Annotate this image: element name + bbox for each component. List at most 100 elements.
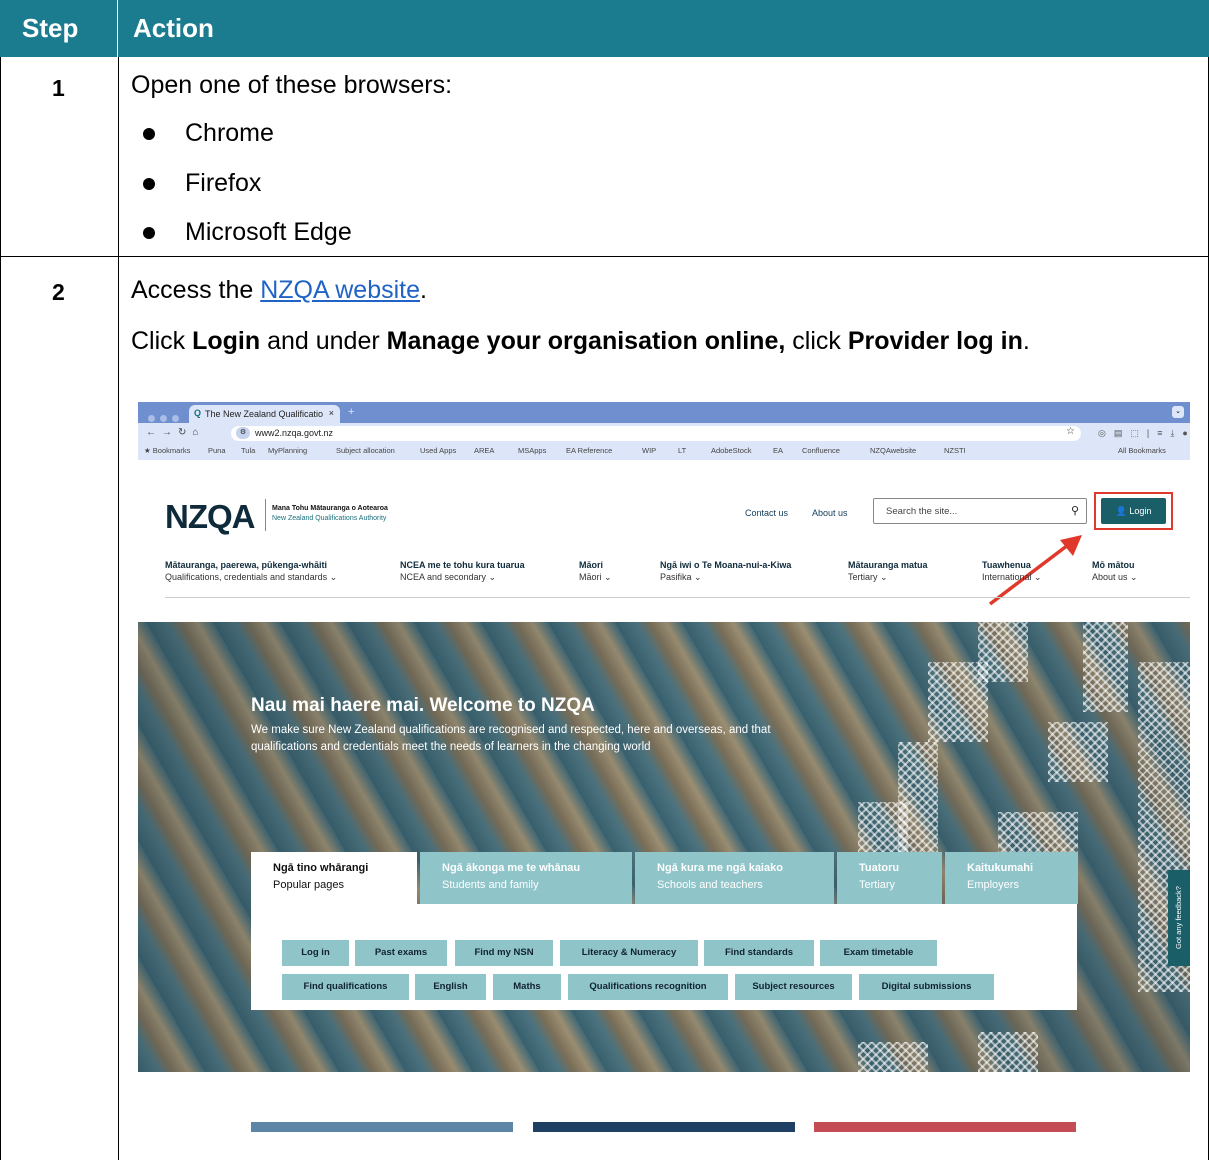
bookmark-item[interactable]: Puna — [208, 446, 226, 455]
nav-maori: Ngā iwi o Te Moana-nui-a-Kiwa — [660, 560, 792, 570]
search-placeholder: Search the site... — [886, 506, 958, 517]
table-header: Step Action — [0, 0, 1209, 57]
bookmark-item[interactable]: Used Apps — [420, 446, 456, 455]
quick-link-log-in[interactable]: Log in — [282, 940, 349, 966]
tab-students-family[interactable]: Ngā ākonga me te whānau Students and fami… — [420, 852, 632, 904]
bookmark-item[interactable]: All Bookmarks — [1118, 446, 1166, 455]
card-image[interactable] — [533, 1122, 795, 1132]
bullet-icon — [143, 128, 155, 140]
nzqa-favicon-icon: Q — [194, 408, 202, 418]
search-input[interactable]: Search the site... ⚲ — [873, 498, 1087, 524]
step-number-1: 1 — [52, 75, 65, 101]
site-info-icon[interactable]: ⚙ — [236, 427, 250, 439]
bookmark-item[interactable]: AdobeStock — [711, 446, 751, 455]
bookmark-item[interactable]: Subject allocation — [336, 446, 395, 455]
feedback-tab[interactable]: Got any feedback? — [1168, 870, 1190, 966]
quick-link-qualifications-recognition[interactable]: Qualifications recognition — [568, 974, 728, 1000]
nav-english: About us ⌄ — [1092, 572, 1138, 582]
contact-us-link[interactable]: Contact us — [745, 508, 788, 518]
card-image[interactable] — [814, 1122, 1076, 1132]
bookmark-item[interactable]: EA — [773, 446, 783, 455]
login-highlight-box — [1094, 492, 1173, 530]
browser-tabbar: Q The New Zealand Qualificatio × + ⌄ — [138, 402, 1190, 423]
quick-link-find-qualifications[interactable]: Find qualifications — [282, 974, 409, 1000]
search-icon[interactable]: ⚲ — [1071, 504, 1079, 517]
text: Click — [131, 327, 193, 355]
quick-link-exam-timetable[interactable]: Exam timetable — [820, 940, 937, 966]
browser-tab[interactable]: Q The New Zealand Qualificatio × — [189, 405, 340, 423]
bookmark-item[interactable]: Tula — [241, 446, 255, 455]
bookmark-item[interactable]: NZQAwebsite — [870, 446, 916, 455]
logo-maori-name: Mana Tohu Mātauranga o Aotearoa — [272, 505, 388, 512]
close-icon[interactable]: × — [329, 408, 334, 418]
quick-link-past-exams[interactable]: Past exams — [355, 940, 447, 966]
bookmark-item[interactable]: MyPlanning — [268, 446, 307, 455]
nav-english: Qualifications, credentials and standard… — [165, 572, 338, 582]
step1-intro: Open one of these browsers: — [131, 71, 453, 99]
nav-item-maori[interactable]: Māori Māori ⌄ — [579, 560, 612, 583]
step2-line2: Click Login and under Manage your organi… — [131, 327, 1030, 356]
nav-maori: Māori — [579, 560, 604, 570]
hero-title: Nau mai haere mai. Welcome to NZQA — [251, 695, 595, 716]
tab-schools-teachers[interactable]: Ngā kura me ngā kaiako Schools and teache… — [635, 852, 834, 904]
nav-item-ncea[interactable]: NCEA me te tohu kura tuarua NCEA and seco… — [400, 560, 525, 583]
chevron-down-icon[interactable]: ⌄ — [1172, 406, 1184, 418]
bookmark-item[interactable]: LT — [678, 446, 686, 455]
bookmark-item[interactable]: AREA — [474, 446, 494, 455]
nav-item-about[interactable]: Mō mātou About us ⌄ — [1092, 560, 1138, 583]
text: and under — [260, 327, 387, 355]
weave-pattern — [858, 1042, 928, 1072]
tab-english: Employers — [967, 879, 1019, 891]
nav-item-qualifications[interactable]: Mātauranga, paerewa, pūkenga-whāiti Quali… — [165, 560, 337, 583]
nav-item-international[interactable]: Tuawhenua International ⌄ — [982, 560, 1042, 583]
text: click — [785, 327, 848, 355]
extension-icons[interactable]: ◎▤⬚|≡⤓●⋮ — [1098, 428, 1190, 439]
nav-english: Māori ⌄ — [579, 572, 612, 582]
row-divider — [0, 256, 1209, 257]
star-icon[interactable]: ☆ — [1066, 426, 1075, 437]
bold-manage: Manage your organisation online, — [386, 327, 786, 355]
header-action: Action — [133, 13, 214, 43]
quick-link-literacy-numeracy[interactable]: Literacy & Numeracy — [560, 940, 698, 966]
quick-link-maths[interactable]: Maths — [493, 974, 561, 1000]
text: Access the — [131, 276, 261, 304]
card-image[interactable] — [251, 1122, 513, 1132]
step-number-2: 2 — [52, 279, 65, 305]
step2-line1: Access the NZQA website. — [131, 276, 427, 305]
tab-employers[interactable]: Kaitukumahi Employers — [945, 852, 1078, 904]
nav-item-pasifika[interactable]: Ngā iwi o Te Moana-nui-a-Kiwa Pasifika ⌄ — [660, 560, 791, 583]
bookmark-item[interactable]: ★ Bookmarks — [144, 446, 190, 455]
nav-buttons[interactable]: ←→↻⌂ — [146, 427, 204, 438]
new-tab-icon[interactable]: + — [348, 406, 354, 418]
bookmark-item[interactable]: MSApps — [518, 446, 546, 455]
tab-english: Students and family — [442, 879, 539, 891]
tab-maori: Tuatoru — [859, 862, 900, 874]
bookmark-item[interactable]: WIP — [642, 446, 656, 455]
quick-link-subject-resources[interactable]: Subject resources — [735, 974, 852, 1000]
url-text: www2.nzqa.govt.nz — [255, 428, 334, 438]
nzqa-logo[interactable]: NZQA — [165, 498, 255, 536]
about-us-link[interactable]: About us — [812, 508, 848, 518]
bullet-icon — [143, 178, 155, 190]
quick-link-digital-submissions[interactable]: Digital submissions — [859, 974, 994, 1000]
tab-popular-pages[interactable]: Ngā tino whārangi Popular pages — [251, 852, 417, 904]
quick-link-find-my-nsn[interactable]: Find my NSN — [455, 940, 553, 966]
quick-link-english[interactable]: English — [415, 974, 486, 1000]
nav-maori: NCEA me te tohu kura tuarua — [400, 560, 525, 570]
tab-maori: Kaitukumahi — [967, 862, 1034, 874]
browser-firefox: Firefox — [185, 169, 262, 197]
weave-pattern — [1083, 622, 1128, 712]
weave-pattern — [978, 622, 1028, 682]
bookmark-item[interactable]: NZSTI — [944, 446, 966, 455]
tab-maori: Ngā tino whārangi — [273, 862, 369, 874]
nzqa-website-link[interactable]: NZQA website — [260, 276, 420, 304]
nav-item-tertiary[interactable]: Mātauranga matua Tertiary ⌄ — [848, 560, 928, 583]
bookmark-item[interactable]: EA Reference — [566, 446, 612, 455]
hero-description: We make sure New Zealand qualifications … — [251, 724, 771, 753]
quick-link-find-standards[interactable]: Find standards — [704, 940, 814, 966]
tab-tertiary[interactable]: Tuatoru Tertiary — [837, 852, 942, 904]
tab-english: Schools and teachers — [657, 879, 763, 891]
url-input[interactable]: ⚙ www2.nzqa.govt.nz ☆ — [231, 426, 1081, 441]
bookmark-item[interactable]: Confluence — [802, 446, 840, 455]
nav-maori: Mō mātou — [1092, 560, 1135, 570]
